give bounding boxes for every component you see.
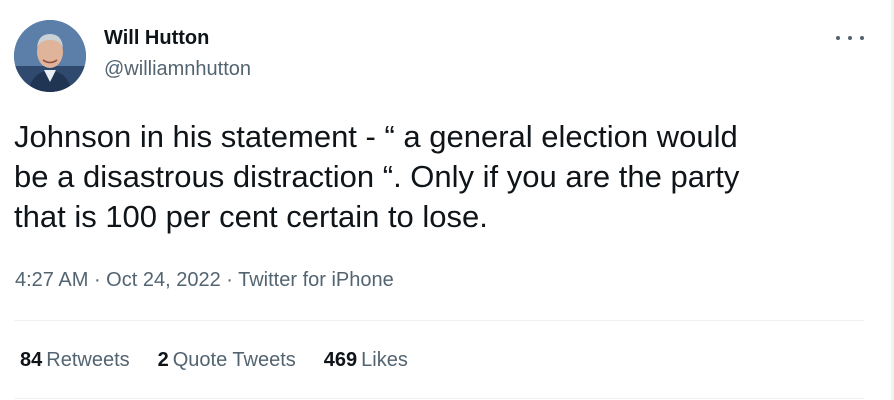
avatar-image [14, 20, 86, 92]
divider [14, 398, 864, 399]
dot [848, 36, 852, 40]
retweets-stat[interactable]: 84 Retweets [20, 349, 130, 372]
likes-stat[interactable]: 469 Likes [324, 349, 408, 372]
tweet-card: Will Hutton @williamnhutton Johnson in h… [0, 0, 894, 400]
tweet-time[interactable]: 4:27 AM [15, 269, 88, 291]
author-avatar[interactable] [14, 20, 86, 92]
tweet-text: Johnson in his statement - “ a general e… [14, 119, 740, 234]
likes-count: 469 [323, 349, 358, 371]
retweets-label: Retweets [46, 349, 130, 371]
quote-tweets-stat[interactable]: 2 Quote Tweets [158, 349, 296, 372]
likes-label: Likes [361, 349, 408, 371]
engagement-stats: 84 Retweets 2 Quote Tweets 469 Likes [20, 349, 436, 372]
tweet-date[interactable]: Oct 24, 2022 [106, 269, 221, 291]
tweet-metadata: 4:27 AM · Oct 24, 2022 · Twitter for iPh… [15, 269, 394, 292]
more-options-icon[interactable] [836, 28, 864, 48]
dot [836, 36, 840, 40]
author-name[interactable]: Will Hutton [104, 27, 209, 50]
dot [860, 36, 864, 40]
meta-separator: · [93, 269, 107, 291]
tweet-source[interactable]: Twitter for iPhone [238, 269, 394, 291]
quote-tweets-label: Quote Tweets [172, 349, 296, 371]
divider [14, 320, 864, 321]
quote-tweets-count: 2 [157, 349, 169, 371]
author-handle[interactable]: @williamnhutton [104, 58, 251, 81]
meta-separator: · [226, 269, 239, 291]
retweets-count: 84 [20, 349, 43, 371]
